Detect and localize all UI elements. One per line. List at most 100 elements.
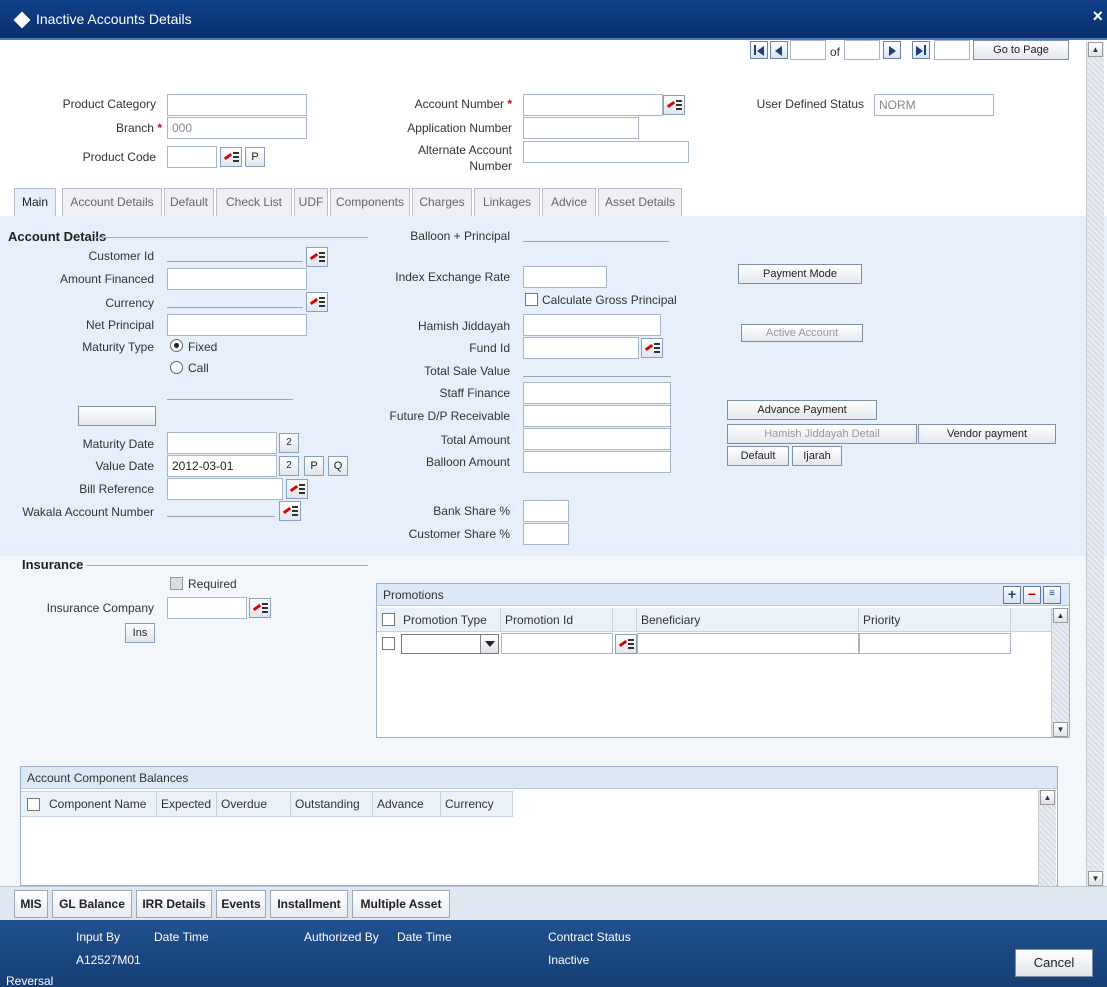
hamish-jiddayah-input[interactable] xyxy=(523,314,661,336)
customer-id-lov-icon[interactable] xyxy=(306,247,328,267)
priority-input[interactable] xyxy=(859,633,1011,654)
balloon-amount-input[interactable] xyxy=(523,451,671,473)
payment-mode-button[interactable]: Payment Mode xyxy=(738,264,862,284)
active-account-button[interactable]: Active Account xyxy=(741,324,863,342)
next-page-button[interactable] xyxy=(883,41,901,59)
tab-advice[interactable]: Advice xyxy=(542,188,596,216)
product-category-input[interactable] xyxy=(167,94,307,116)
bill-reference-input[interactable] xyxy=(167,478,283,500)
tab-account-details[interactable]: Account Details xyxy=(62,188,162,216)
vendor-payment-button[interactable]: Vendor payment xyxy=(918,424,1056,444)
balances-scroll-up-icon[interactable]: ▲ xyxy=(1040,790,1055,805)
promotion-id-input[interactable] xyxy=(501,633,613,654)
tab-components[interactable]: Components xyxy=(330,188,410,216)
insurance-required-checkbox[interactable] xyxy=(170,577,183,590)
tab-multiple-asset[interactable]: Multiple Asset xyxy=(352,890,450,918)
first-page-button[interactable] xyxy=(750,41,768,59)
tab-udf[interactable]: UDF xyxy=(294,188,328,216)
account-number-lov-icon[interactable] xyxy=(663,95,685,115)
promotions-select-all-checkbox[interactable] xyxy=(382,613,395,626)
total-amount-input[interactable] xyxy=(523,428,671,450)
maturity-date-input[interactable] xyxy=(167,432,277,454)
bank-share-input[interactable] xyxy=(523,500,569,522)
tab-asset-details[interactable]: Asset Details xyxy=(598,188,682,216)
default-button[interactable]: Default xyxy=(727,446,789,466)
insurance-company-lov-icon[interactable] xyxy=(249,598,271,618)
current-page-input[interactable] xyxy=(790,40,826,60)
total-pages-input[interactable] xyxy=(844,40,880,60)
tab-irr-details[interactable]: IRR Details xyxy=(136,890,212,918)
promotions-scrollbar[interactable]: ▲ ▼ xyxy=(1051,608,1069,737)
promotion-id-lov-icon[interactable] xyxy=(615,634,637,654)
hamish-jiddayah-detail-button[interactable]: Hamish Jiddayah Detail xyxy=(727,424,917,444)
scroll-down-icon[interactable]: ▼ xyxy=(1053,722,1068,737)
product-code-p-button[interactable]: P xyxy=(245,147,265,167)
balances-header: Account Component Balances xyxy=(21,767,1057,789)
user-defined-status-input[interactable] xyxy=(874,94,994,116)
fund-id-input[interactable] xyxy=(523,337,639,359)
customer-share-input[interactable] xyxy=(523,523,569,545)
add-row-icon[interactable]: + xyxy=(1003,586,1021,604)
ijarah-button[interactable]: Ijarah xyxy=(792,446,842,466)
branch-input[interactable] xyxy=(167,117,307,139)
maturity-type-fixed-radio[interactable] xyxy=(170,339,183,352)
tab-installment[interactable]: Installment xyxy=(270,890,348,918)
scroll-up-icon[interactable]: ▲ xyxy=(1053,608,1068,623)
value-date-p-button[interactable]: P xyxy=(304,456,324,476)
currency-field[interactable] xyxy=(167,307,303,308)
advance-payment-button[interactable]: Advance Payment xyxy=(727,400,877,420)
inactive-accounts-window: Inactive Accounts Details × of Go to Pag… xyxy=(0,0,1107,987)
index-exchange-rate-input[interactable] xyxy=(523,266,607,288)
calculate-gross-principal-checkbox[interactable] xyxy=(525,293,538,306)
delete-row-icon[interactable]: − xyxy=(1023,586,1041,604)
go-to-page-button[interactable]: Go to Page xyxy=(973,40,1069,60)
page-scrollbar[interactable]: ▲ ▼ xyxy=(1086,42,1104,886)
view-rows-icon[interactable]: ≡ xyxy=(1043,586,1061,604)
ins-button[interactable]: Ins xyxy=(125,623,155,643)
future-dp-receivable-input[interactable] xyxy=(523,405,671,427)
close-icon[interactable]: × xyxy=(1092,6,1103,27)
inventory-button[interactable] xyxy=(78,406,156,426)
tab-gl-balance[interactable]: GL Balance xyxy=(52,890,132,918)
tab-mis[interactable]: MIS xyxy=(14,890,48,918)
promotion-type-select[interactable] xyxy=(401,634,499,654)
go-to-page-input[interactable] xyxy=(934,40,970,60)
fund-id-lov-icon[interactable] xyxy=(641,338,663,358)
bill-reference-lov-icon[interactable] xyxy=(286,479,308,499)
product-code-input[interactable] xyxy=(167,146,217,168)
tab-linkages[interactable]: Linkages xyxy=(474,188,540,216)
wakala-account-lov-icon[interactable] xyxy=(279,501,301,521)
application-number-input[interactable] xyxy=(523,117,639,139)
product-category-label: Product Category xyxy=(62,97,156,111)
balances-select-all-checkbox[interactable] xyxy=(27,798,40,811)
balances-scrollbar[interactable]: ▲ xyxy=(1038,790,1056,886)
account-number-input[interactable] xyxy=(523,94,663,116)
maturity-date-calendar-icon[interactable]: 2 xyxy=(279,433,299,453)
value-date-q-button[interactable]: Q xyxy=(328,456,348,476)
tab-default[interactable]: Default xyxy=(164,188,214,216)
value-date-calendar-icon[interactable]: 2 xyxy=(279,456,299,476)
tab-check-list[interactable]: Check List xyxy=(216,188,292,216)
currency-lov-icon[interactable] xyxy=(306,292,328,312)
maturity-type-call-radio[interactable] xyxy=(170,361,183,374)
net-principal-input[interactable] xyxy=(167,314,307,336)
beneficiary-input[interactable] xyxy=(637,633,859,654)
product-code-lov-icon[interactable] xyxy=(220,147,242,167)
customer-id-field[interactable] xyxy=(167,261,303,262)
last-page-button[interactable] xyxy=(912,41,930,59)
page-scroll-up-icon[interactable]: ▲ xyxy=(1088,42,1103,57)
insurance-company-input[interactable] xyxy=(167,597,247,619)
previous-page-button[interactable] xyxy=(770,41,788,59)
alternate-account-number-input[interactable] xyxy=(523,141,689,163)
cancel-button[interactable]: Cancel xyxy=(1015,949,1093,977)
tab-main[interactable]: Main xyxy=(14,188,56,218)
tab-charges[interactable]: Charges xyxy=(412,188,472,216)
tab-events[interactable]: Events xyxy=(216,890,266,918)
staff-finance-input[interactable] xyxy=(523,382,671,404)
page-scroll-down-icon[interactable]: ▼ xyxy=(1088,871,1103,886)
value-date-input[interactable] xyxy=(167,455,277,477)
row-checkbox[interactable] xyxy=(382,637,395,650)
insurance-required-label: Required xyxy=(188,577,237,591)
wakala-account-number-field[interactable] xyxy=(167,516,275,517)
amount-financed-input[interactable] xyxy=(167,268,307,290)
